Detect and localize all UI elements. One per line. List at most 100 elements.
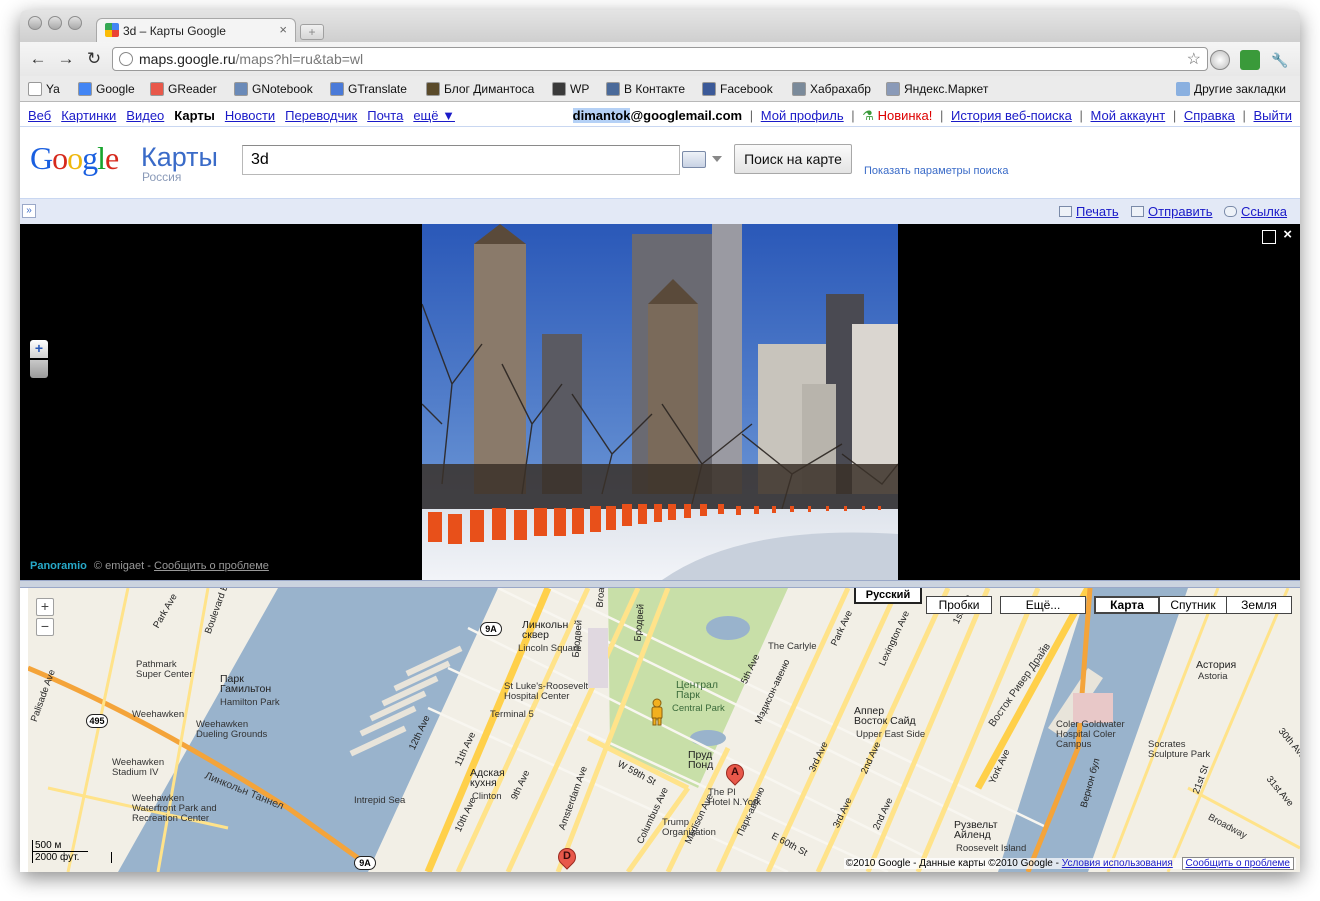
expand-panel-icon[interactable]: » — [22, 204, 36, 218]
logo-country-text: Россия — [142, 170, 182, 184]
bookmark-item[interactable]: WP — [552, 82, 589, 96]
google-services-nav: Веб Картинки Видео Карты Новости Переводчик По… — [28, 108, 465, 123]
gbar-link[interactable]: Карты — [174, 108, 215, 123]
bookmark-label: Facebook — [720, 82, 773, 96]
folder-icon — [1176, 82, 1190, 96]
new-tab-button[interactable]: + — [300, 24, 324, 40]
bookmark-favicon-icon — [330, 82, 344, 96]
close-window-button[interactable] — [28, 16, 42, 30]
map-label-hamilton-en: Hamilton Park — [220, 697, 280, 708]
bookmark-item[interactable]: GReader — [150, 82, 217, 96]
language-button[interactable]: Русский — [854, 588, 922, 604]
search-input[interactable]: 3d — [242, 145, 680, 175]
forward-button[interactable]: → — [56, 50, 76, 68]
map-label-pond: Пруд Понд — [688, 749, 714, 771]
map-type-map-button[interactable]: Карта — [1094, 596, 1160, 614]
help-link[interactable]: Справка — [1184, 108, 1235, 123]
address-bar[interactable]: maps.google.ru/maps?hl=ru&tab=wl ☆ — [112, 47, 1208, 71]
evernote-icon[interactable] — [1240, 50, 1260, 70]
reload-button[interactable]: ↻ — [84, 50, 104, 68]
bookmark-item[interactable]: Ya — [28, 82, 60, 96]
map-label-central-park: Централ Парк — [676, 679, 719, 701]
photo-zoom-in-button[interactable]: + — [30, 340, 48, 358]
google-bar: Веб Картинки Видео Карты Новости Переводчик По… — [20, 103, 1300, 127]
bookmark-item[interactable]: Хабрахабр — [792, 82, 871, 96]
bookmark-label: В Контакте — [624, 82, 686, 96]
traffic-button[interactable]: Пробки — [926, 596, 992, 614]
print-link[interactable]: Печать — [1059, 204, 1119, 219]
gbar-link[interactable]: Переводчик — [285, 108, 357, 123]
highway-shield-9a: 9A — [480, 622, 502, 636]
wrench-icon[interactable]: 🔧 — [1270, 50, 1290, 70]
link-link[interactable]: Ссылка — [1224, 204, 1287, 219]
pegman-icon[interactable] — [650, 698, 664, 726]
bookmark-item[interactable]: Google — [78, 82, 135, 96]
bookmark-label: Ya — [46, 82, 60, 96]
web-history-link[interactable]: История веб-поиска — [951, 108, 1072, 123]
maps-header: Google Карты Россия 3d Поиск на карте По… — [20, 128, 1300, 198]
panoramio-photo[interactable] — [422, 224, 898, 580]
search-map-button[interactable]: Поиск на карте — [734, 144, 852, 174]
map-zoom-in-button[interactable]: + — [36, 598, 54, 616]
envelope-icon — [1131, 206, 1144, 217]
map-label-roosevelt-en: Roosevelt Island — [956, 843, 1027, 854]
logout-link[interactable]: Выйти — [1254, 108, 1293, 123]
zoom-window-button[interactable] — [68, 16, 82, 30]
search-options-link[interactable]: Показать параметры поиска — [864, 165, 1008, 177]
photo-zoom-control[interactable]: + — [30, 340, 48, 380]
close-icon[interactable]: × — [1283, 226, 1292, 243]
chevron-down-icon[interactable] — [712, 156, 722, 162]
bookmark-label: GReader — [168, 82, 217, 96]
bookmark-item[interactable]: GTranslate — [330, 82, 407, 96]
bookmark-favicon-icon — [28, 82, 42, 96]
keyboard-icon[interactable] — [682, 151, 706, 168]
account-nav: dimantok@googlemail.com | Мой профиль | … — [572, 108, 1293, 123]
map-label-upper-east: Аппер Восток Сайд — [854, 705, 916, 727]
bookmark-star-icon[interactable]: ☆ — [1187, 49, 1201, 69]
bookmark-item[interactable]: GNotebook — [234, 82, 313, 96]
gbar-link[interactable]: Картинки — [61, 108, 116, 123]
fullscreen-icon[interactable] — [1262, 230, 1276, 244]
account-link[interactable]: Мой аккаунт — [1091, 108, 1166, 123]
map-type-earth-button[interactable]: Земля — [1226, 596, 1292, 614]
bookmark-label: Хабрахабр — [810, 82, 871, 96]
bookmark-item[interactable]: Facebook — [702, 82, 773, 96]
gbar-link[interactable]: Веб — [28, 108, 51, 123]
bookmark-favicon-icon — [78, 82, 92, 96]
minimize-window-button[interactable] — [48, 16, 62, 30]
chrome-extension-icon[interactable] — [1210, 50, 1230, 70]
gbar-link[interactable]: Видео — [126, 108, 164, 123]
more-button[interactable]: Ещё... — [1000, 596, 1086, 614]
map-zoom-control[interactable]: + − — [36, 598, 54, 638]
send-link[interactable]: Отправить — [1131, 204, 1212, 219]
gbar-link[interactable]: Почта — [367, 108, 403, 123]
tab-active[interactable]: 3d – Карты Google × — [96, 18, 296, 42]
back-button[interactable]: ← — [28, 50, 48, 68]
map-label-terminal: Terminal 5 — [490, 709, 534, 720]
photo-zoom-slider[interactable] — [30, 360, 48, 378]
other-bookmarks-folder[interactable]: Другие закладки — [1176, 82, 1286, 96]
google-logo[interactable]: Google — [30, 140, 119, 177]
panel-splitter[interactable] — [20, 580, 1300, 588]
gbar-link[interactable]: ещё ▼ — [413, 108, 455, 123]
map-type-satellite-button[interactable]: Спутник — [1159, 596, 1227, 614]
bookmark-item[interactable]: Яндекс.Маркет — [886, 82, 988, 96]
terms-link[interactable]: Условия использования — [1062, 858, 1173, 869]
map-scale: 500 м 2000 фут. — [32, 840, 112, 863]
photo-report-link[interactable]: Сообщить о проблеме — [154, 560, 269, 572]
map-view[interactable]: Линкольн сквер Lincoln Square Централ Парк… — [28, 588, 1300, 872]
action-bar: » Печать Отправить Ссылка — [20, 198, 1300, 224]
bookmark-item[interactable]: Блог Димантоса — [426, 82, 534, 96]
gbar-link[interactable]: Новости — [225, 108, 275, 123]
printer-icon — [1059, 206, 1072, 217]
map-report-link[interactable]: Сообщить о проблеме — [1181, 857, 1294, 870]
photo-viewer: + × Panoramio © emigaet - Сообщить о про… — [20, 224, 1300, 580]
bookmark-label: Google — [96, 82, 135, 96]
profile-link[interactable]: Мой профиль — [761, 108, 844, 123]
panoramio-logo[interactable]: Panoramio — [30, 560, 87, 572]
tab-close-icon[interactable]: × — [279, 22, 287, 37]
map-label-coler: Coler Goldwater Hospital Coler Campus — [1056, 719, 1125, 750]
bookmark-item[interactable]: В Контакте — [606, 82, 685, 96]
map-zoom-out-button[interactable]: − — [36, 618, 54, 636]
new-feature-link[interactable]: Новинка! — [878, 108, 933, 123]
